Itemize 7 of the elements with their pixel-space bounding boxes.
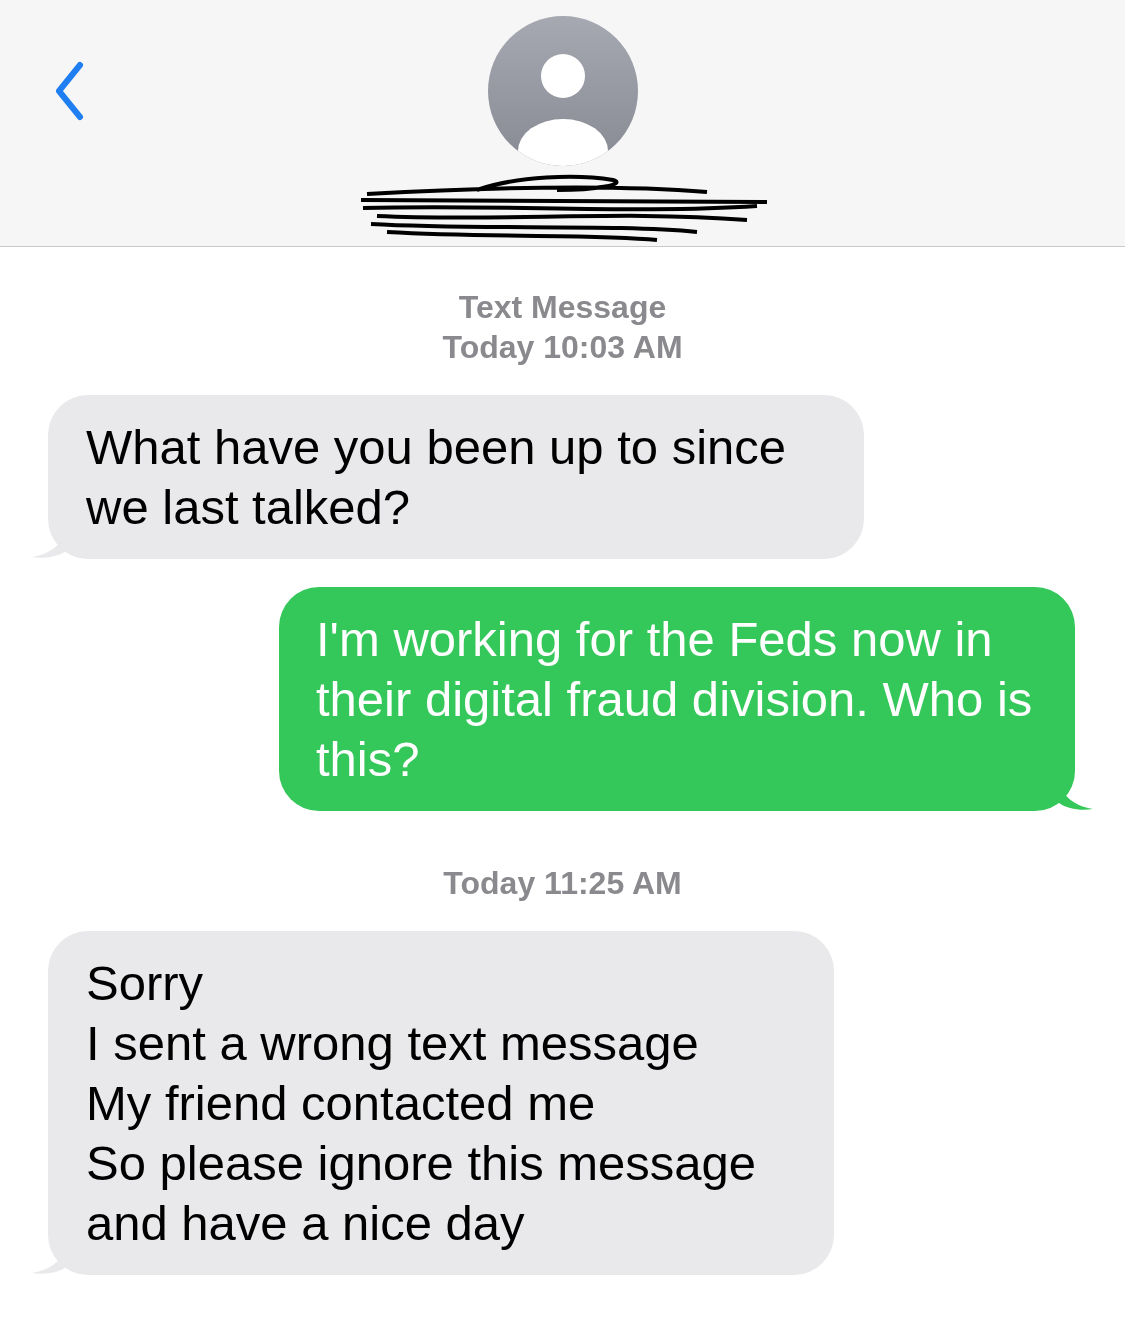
message-bubble: Sorry I sent a wrong text message My friend contacted me So please ignore this message and have a nice day — [48, 931, 834, 1275]
message-bubble: I'm working for the Feds now in their digital fraud division. Who is this? — [279, 587, 1075, 811]
timestamp-text: Today 11:25 AM — [443, 864, 682, 903]
timestamp-text: Today 10:03 AM — [442, 328, 683, 367]
timestamp-text: Text Message — [458, 288, 667, 327]
message-bubble: What have you been up to since we last talked? — [48, 395, 864, 559]
avatar-icon[interactable] — [487, 16, 638, 166]
